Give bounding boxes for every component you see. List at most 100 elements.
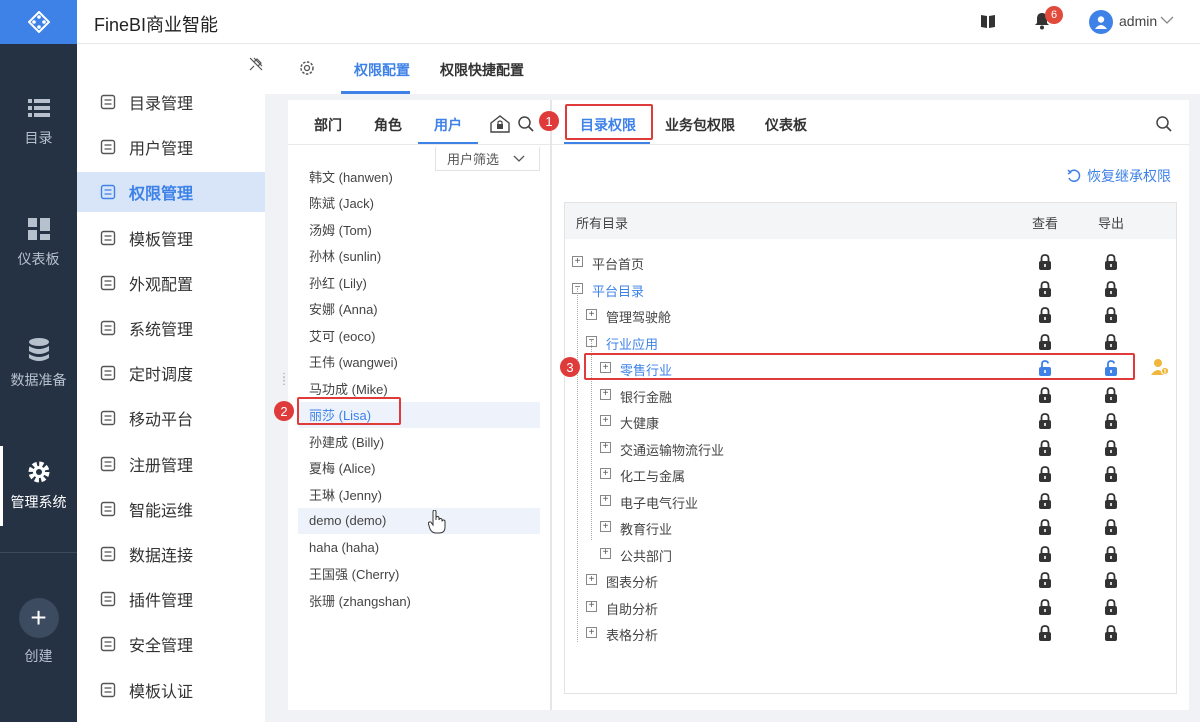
lock-icon[interactable]	[1104, 280, 1118, 297]
settings-gear-icon[interactable]	[299, 60, 315, 81]
lock-icon[interactable]	[1104, 625, 1118, 641]
chevron-down-icon[interactable]	[1160, 13, 1174, 32]
user-list-item[interactable]: 孙林 (sunlin)	[298, 243, 540, 269]
user-list-item[interactable]: 王琳 (Jenny)	[298, 481, 540, 507]
lock-icon[interactable]	[1104, 413, 1118, 429]
tree-row[interactable]: + 交通运输物流行业	[565, 435, 1176, 461]
lock-icon[interactable]	[1038, 519, 1052, 535]
resize-handle[interactable]: ⋮⋮	[279, 373, 289, 390]
tab-dashboard-permission[interactable]: 仪表板	[765, 115, 807, 135]
lock-icon[interactable]	[1038, 333, 1052, 350]
tab-department[interactable]: 部门	[314, 115, 342, 135]
expand-icon[interactable]: +	[586, 574, 597, 585]
lock-icon[interactable]	[1038, 492, 1052, 509]
app-logo[interactable]	[0, 0, 77, 44]
tree-row[interactable]: + 化工与金属	[565, 461, 1176, 487]
user-name[interactable]: admin	[1119, 13, 1157, 29]
rail-item-data-prep[interactable]: 数据准备	[0, 324, 77, 404]
menu-item-ops[interactable]: 智能运维	[77, 489, 265, 529]
lock-icon[interactable]	[1038, 413, 1052, 429]
lock-icon[interactable]	[1038, 386, 1052, 403]
user-list-item[interactable]: 孙红 (Lily)	[298, 269, 540, 295]
menu-item-register[interactable]: 注册管理	[77, 444, 265, 484]
lock-icon[interactable]	[1104, 254, 1118, 270]
menu-item-security[interactable]: 安全管理	[77, 624, 265, 664]
tree-row[interactable]: − 行业应用	[565, 329, 1176, 355]
search-icon[interactable]	[1156, 116, 1172, 137]
tab-perm-config[interactable]: 权限配置	[354, 60, 410, 80]
lock-icon[interactable]	[1038, 625, 1052, 641]
rail-item-create[interactable]: + 创建	[0, 592, 77, 672]
lock-icon[interactable]	[1038, 254, 1052, 270]
lock-icon[interactable]	[1104, 439, 1118, 456]
lock-icon[interactable]	[1104, 307, 1118, 323]
user-list-item[interactable]: 张珊 (zhangshan)	[298, 587, 540, 613]
tree-row[interactable]: − 平台目录	[565, 276, 1176, 302]
user-list-item[interactable]: 陈斌 (Jack)	[298, 190, 540, 216]
lock-icon[interactable]	[1038, 307, 1052, 323]
lock-icon[interactable]	[1104, 598, 1118, 615]
expand-icon[interactable]: +	[572, 256, 583, 267]
rail-item-admin[interactable]: 管理系统	[0, 446, 77, 526]
tab-user[interactable]: 用户	[434, 115, 462, 135]
tree-row[interactable]: + 大健康	[565, 408, 1176, 434]
avatar[interactable]	[1089, 10, 1113, 34]
tree-row[interactable]: + 图表分析	[565, 567, 1176, 593]
lock-icon[interactable]	[1038, 572, 1052, 588]
expand-icon[interactable]: +	[600, 415, 611, 426]
lock-icon[interactable]	[1104, 466, 1118, 482]
restore-inherit-button[interactable]: 恢复继承权限	[1067, 166, 1171, 186]
user-list-item[interactable]: 孙建成 (Billy)	[298, 428, 540, 454]
menu-item-certification[interactable]: 模板认证	[77, 670, 265, 710]
user-list-item[interactable]: demo (demo)	[298, 507, 540, 534]
tree-row[interactable]: + 管理驾驶舱	[565, 302, 1176, 328]
menu-item-connection[interactable]: 数据连接	[77, 534, 265, 574]
lock-house-icon[interactable]	[490, 115, 510, 138]
user-list-item[interactable]: 汤姆 (Tom)	[298, 216, 540, 242]
expand-icon[interactable]: +	[600, 388, 611, 400]
user-list-item[interactable]: 艾可 (eoco)	[298, 322, 540, 348]
rail-item-catalog[interactable]: 目录	[0, 82, 77, 162]
user-list-item[interactable]: 王伟 (wangwei)	[298, 349, 540, 375]
user-list-item[interactable]: 韩文 (hanwen)	[298, 163, 540, 189]
lock-icon[interactable]	[1104, 333, 1118, 350]
menu-item-system[interactable]: 系统管理	[77, 308, 265, 348]
unpin-icon[interactable]	[249, 57, 263, 76]
user-list-item[interactable]: haha (haha)	[298, 534, 540, 560]
lock-icon[interactable]	[1104, 572, 1118, 588]
expand-icon[interactable]: +	[600, 547, 611, 559]
tab-package-permission[interactable]: 业务包权限	[665, 115, 735, 135]
lock-icon[interactable]	[1038, 545, 1052, 562]
rail-item-dashboard[interactable]: 仪表板	[0, 203, 77, 283]
menu-item-plugin[interactable]: 插件管理	[77, 579, 265, 619]
expand-icon[interactable]: +	[586, 309, 597, 320]
tree-row[interactable]: + 表格分析	[565, 620, 1176, 646]
expand-icon[interactable]: +	[600, 468, 611, 479]
lock-icon[interactable]	[1038, 466, 1052, 482]
expand-icon[interactable]: +	[600, 521, 611, 532]
expand-icon[interactable]: +	[600, 494, 611, 506]
menu-item-template[interactable]: 模板管理	[77, 218, 265, 258]
lock-icon[interactable]	[1038, 598, 1052, 615]
menu-item-catalog[interactable]: 目录管理	[77, 82, 265, 122]
lock-icon[interactable]	[1104, 545, 1118, 562]
expand-icon[interactable]: +	[586, 600, 597, 612]
tab-quick-config[interactable]: 权限快捷配置	[440, 60, 524, 80]
help-book-icon[interactable]	[980, 13, 996, 34]
tree-row[interactable]: + 公共部门	[565, 541, 1176, 567]
lock-icon[interactable]	[1104, 492, 1118, 509]
expand-icon[interactable]: +	[586, 627, 597, 638]
tree-row[interactable]: + 电子电气行业	[565, 488, 1176, 514]
menu-item-schedule[interactable]: 定时调度	[77, 353, 265, 393]
search-icon[interactable]	[518, 116, 534, 137]
tree-row[interactable]: + 平台首页	[565, 249, 1176, 275]
menu-item-appearance[interactable]: 外观配置	[77, 263, 265, 303]
user-list-item[interactable]: 夏梅 (Alice)	[298, 455, 540, 481]
user-permission-icon[interactable]	[1151, 358, 1170, 381]
lock-icon[interactable]	[1104, 386, 1118, 403]
expand-icon[interactable]: +	[600, 441, 611, 453]
tree-row[interactable]: + 教育行业	[565, 514, 1176, 540]
tree-row[interactable]: + 自助分析	[565, 594, 1176, 620]
user-list-item[interactable]: 安娜 (Anna)	[298, 296, 540, 322]
lock-icon[interactable]	[1038, 439, 1052, 456]
